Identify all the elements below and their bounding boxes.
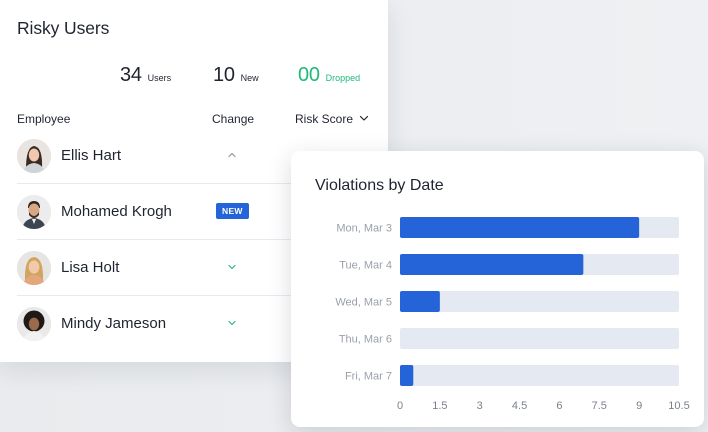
category-label: Mon, Mar 3 <box>336 223 392 235</box>
stat-users-value: 34 <box>120 64 142 86</box>
stat-new-value: 10 <box>213 64 235 86</box>
avatar <box>17 139 51 173</box>
violations-bar-chart: Mon, Mar 3 Tue, Mar 4 Wed, Mar 5 Thu, Mar 6… <box>335 217 690 412</box>
employee-name: Lisa Holt <box>61 259 120 276</box>
card-title: Risky Users <box>17 18 110 38</box>
bar-track <box>400 328 679 349</box>
bar[interactable] <box>400 291 440 312</box>
category-label: Tue, Mar 4 <box>339 260 392 272</box>
employee-name: Ellis Hart <box>61 147 122 164</box>
stat-dropped: 00 Dropped <box>298 64 360 87</box>
bar-track <box>400 291 679 312</box>
bar-track <box>400 365 679 386</box>
column-header-employee[interactable]: Employee <box>17 112 70 126</box>
x-tick-label: 6 <box>556 400 562 412</box>
avatar <box>17 251 51 285</box>
x-tick-label: 0 <box>397 400 403 412</box>
column-header-risk-score[interactable]: Risk Score <box>295 112 369 126</box>
new-badge: NEW <box>216 203 249 219</box>
stat-new-label: New <box>240 73 259 83</box>
column-header-change[interactable]: Change <box>212 112 254 126</box>
x-tick-label: 1.5 <box>432 400 447 412</box>
category-label: Fri, Mar 7 <box>345 371 392 383</box>
stat-new: 10 New <box>213 64 259 87</box>
stat-dropped-label: Dropped <box>325 73 361 83</box>
employee-name: Mohamed Krogh <box>61 203 172 220</box>
avatar <box>17 307 51 341</box>
employee-name: Mindy Jameson <box>61 315 167 332</box>
chevron-down-icon <box>227 262 237 272</box>
x-tick-label: 4.5 <box>512 400 527 412</box>
chevron-down-icon[interactable] <box>359 112 369 126</box>
x-tick-label: 7.5 <box>592 400 607 412</box>
stat-users-label: Users <box>147 73 172 83</box>
bar[interactable] <box>400 365 414 386</box>
bar[interactable] <box>400 254 584 275</box>
bar[interactable] <box>400 217 640 238</box>
x-tick-label: 10.5 <box>668 400 689 412</box>
risk-score-label: Risk Score <box>295 112 354 126</box>
category-label: Thu, Mar 6 <box>339 334 392 346</box>
category-label: Wed, Mar 5 <box>335 297 392 309</box>
stat-users: 34 Users <box>120 64 171 87</box>
chevron-down-icon <box>227 318 237 328</box>
violations-chart-card: Violations by Date Mon, Mar 3 Tue, Mar 4W… <box>291 151 704 427</box>
avatar <box>17 195 51 229</box>
x-tick-label: 9 <box>636 400 642 412</box>
x-tick-label: 3 <box>477 400 483 412</box>
stat-dropped-value: 00 <box>298 64 320 86</box>
chevron-up-icon <box>227 150 237 160</box>
